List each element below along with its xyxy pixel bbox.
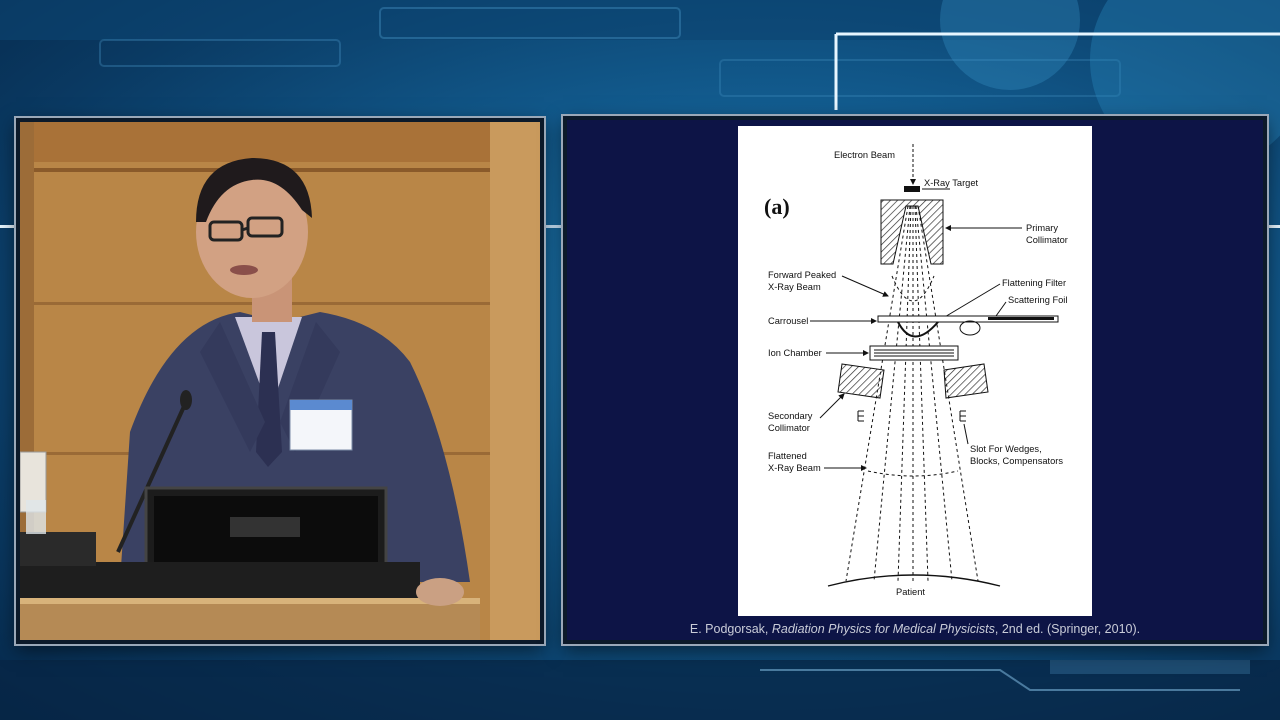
- speaker-video-frame: [16, 118, 544, 644]
- label-primary-2: Collimator: [1026, 235, 1068, 245]
- diagram-page: (a) Electron Beam X-Ray Target Primary C…: [738, 126, 1092, 616]
- label-flattening-filter: Flattening Filter: [1002, 278, 1066, 288]
- label-xray-target: X-Ray Target: [924, 178, 979, 188]
- label-forward-peaked-2: X-Ray Beam: [768, 282, 821, 292]
- label-secondary-2: Collimator: [768, 423, 810, 433]
- xray-target-block: [904, 186, 920, 192]
- secondary-collimator-left: [837, 363, 885, 399]
- patient-surface: [827, 574, 1001, 587]
- speaker-scene: [20, 122, 540, 640]
- slide-frame: (a) Electron Beam X-Ray Target Primary C…: [563, 116, 1267, 644]
- label-forward-peaked-1: Forward Peaked: [768, 270, 836, 280]
- label-slot-2: Blocks, Compensators: [970, 456, 1063, 466]
- label-flattened-1: Flattened: [768, 451, 807, 461]
- label-patient: Patient: [896, 587, 925, 597]
- slide-citation: E. Podgorsak, Radiation Physics for Medi…: [567, 622, 1263, 636]
- citation-title: Radiation Physics for Medical Physicists: [771, 622, 995, 636]
- label-secondary-1: Secondary: [768, 411, 813, 421]
- flattening-filter-shape: [897, 321, 939, 338]
- linac-treatment-head-diagram: (a) Electron Beam X-Ray Target Primary C…: [764, 144, 1068, 597]
- citation-author: E. Podgorsak,: [689, 622, 772, 636]
- label-carrousel: Carrousel: [768, 316, 808, 326]
- secondary-collimator-right: [943, 363, 989, 399]
- label-electron-beam: Electron Beam: [834, 150, 895, 160]
- label-scattering-foil: Scattering Foil: [1008, 295, 1067, 305]
- primary-collimator: [880, 199, 944, 265]
- citation-rest: , 2nd ed. (Springer, 2010).: [994, 622, 1141, 636]
- label-ion-chamber: Ion Chamber: [768, 348, 822, 358]
- label-primary-1: Primary: [1026, 223, 1058, 233]
- label-slot-1: Slot For Wedges,: [970, 444, 1042, 454]
- figure-tag: (a): [764, 194, 790, 219]
- label-flattened-2: X-Ray Beam: [768, 463, 821, 473]
